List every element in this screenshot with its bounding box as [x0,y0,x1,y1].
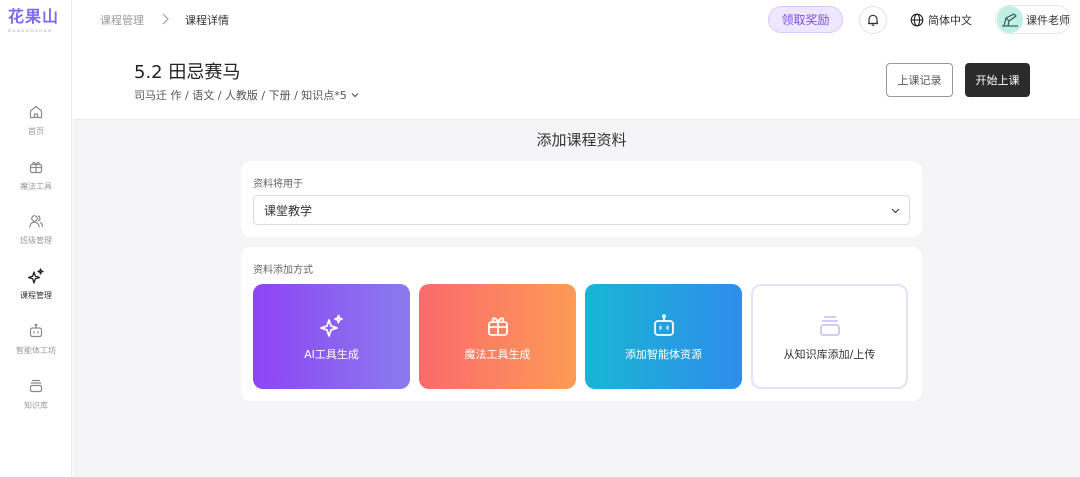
start-class-button[interactable]: 开始上课 [965,63,1030,97]
sparkle-icon [319,314,343,337]
chevron-down-icon [351,93,359,98]
notification-button[interactable] [859,6,887,34]
sidebar-item-course-management[interactable]: 课程管理 [0,268,72,318]
tile-label: AI工具生成 [304,348,359,361]
chevron-down-icon [891,208,900,214]
language-switcher[interactable]: 简体中文 [910,10,972,30]
sidebar-item-home[interactable]: 首页 [0,104,72,154]
avatar [997,6,1023,33]
bell-icon [868,14,878,26]
tile-label: 魔法工具生成 [464,348,531,361]
magic-tool-generate-tile[interactable]: 魔法工具生成 [419,284,576,389]
sidebar: 花果山 HUAGUOSHAN 首页 魔法工具 班级管理 课程管理 智能体工坊 知… [0,0,72,477]
sparkle-icon [28,268,44,284]
class-record-button[interactable]: 上课记录 [886,63,953,97]
claim-reward-button[interactable]: 领取奖励 [768,6,843,33]
sidebar-item-label: 课程管理 [20,291,52,300]
logo-text: 花果山 [8,7,60,26]
avatar-illustration-icon [1002,12,1018,27]
users-icon [29,215,43,228]
sidebar-item-class-management[interactable]: 班级管理 [0,213,72,263]
course-meta-text: 司马迁 作 / 语文 / 人教版 / 下册 / 知识点*5 [134,89,347,102]
stack-icon [29,379,43,393]
tile-label: 添加智能体资源 [625,348,702,361]
breadcrumb-current: 课程详情 [185,14,229,27]
page-title: 5.2 田忌赛马 [134,62,241,83]
course-meta-dropdown[interactable]: 司马迁 作 / 语文 / 人教版 / 下册 / 知识点*5 [134,87,360,103]
sidebar-item-label: 魔法工具 [20,182,52,191]
usage-selected-value: 课堂教学 [264,203,313,218]
language-label: 简体中文 [928,14,972,27]
user-name: 课件老师 [1026,13,1070,27]
top-bar: 课程管理 课程详情 领取奖励 简体中文 课件老师 [72,0,1080,40]
usage-card: 资料将用于 课堂教学 [241,161,922,237]
usage-label: 资料将用于 [253,179,303,190]
method-card: 资料添加方式 AI工具生成 魔法工具生成 添加智能体资源 从知识库添加/上传 [241,247,922,401]
chevron-right-icon [162,13,169,25]
robot-icon [29,323,43,338]
stack-icon [819,316,840,336]
gift-icon [487,317,508,336]
logo-subtext: HUAGUOSHAN [8,28,53,33]
method-label: 资料添加方式 [253,265,313,276]
sidebar-item-agent-workshop[interactable]: 智能体工坊 [0,323,72,373]
sidebar-item-label: 班级管理 [20,236,52,245]
sidebar-item-label: 智能体工坊 [16,346,56,355]
sidebar-item-magic-tools[interactable]: 魔法工具 [0,159,72,209]
sidebar-item-knowledge-base[interactable]: 知识库 [0,378,72,428]
robot-icon [653,314,674,336]
globe-icon [910,13,924,27]
tile-label: 从知识库添加/上传 [783,348,876,361]
sidebar-item-label: 知识库 [24,401,48,410]
logo[interactable]: 花果山 HUAGUOSHAN [8,8,66,36]
section-title: 添加课程资料 [536,131,627,149]
user-menu[interactable]: 课件老师 [995,5,1071,34]
gift-icon [29,161,43,174]
breadcrumb-parent[interactable]: 课程管理 [100,12,144,28]
add-agent-resource-tile[interactable]: 添加智能体资源 [585,284,742,389]
sidebar-item-label: 首页 [28,127,44,136]
ai-tool-generate-tile[interactable]: AI工具生成 [253,284,410,389]
main-content: 添加课程资料 资料将用于 课堂教学 资料添加方式 AI工具生成 魔法工具生成 添… [73,119,1080,477]
home-icon [29,105,43,119]
knowledge-base-upload-tile[interactable]: 从知识库添加/上传 [751,284,908,389]
usage-select[interactable]: 课堂教学 [253,195,910,225]
